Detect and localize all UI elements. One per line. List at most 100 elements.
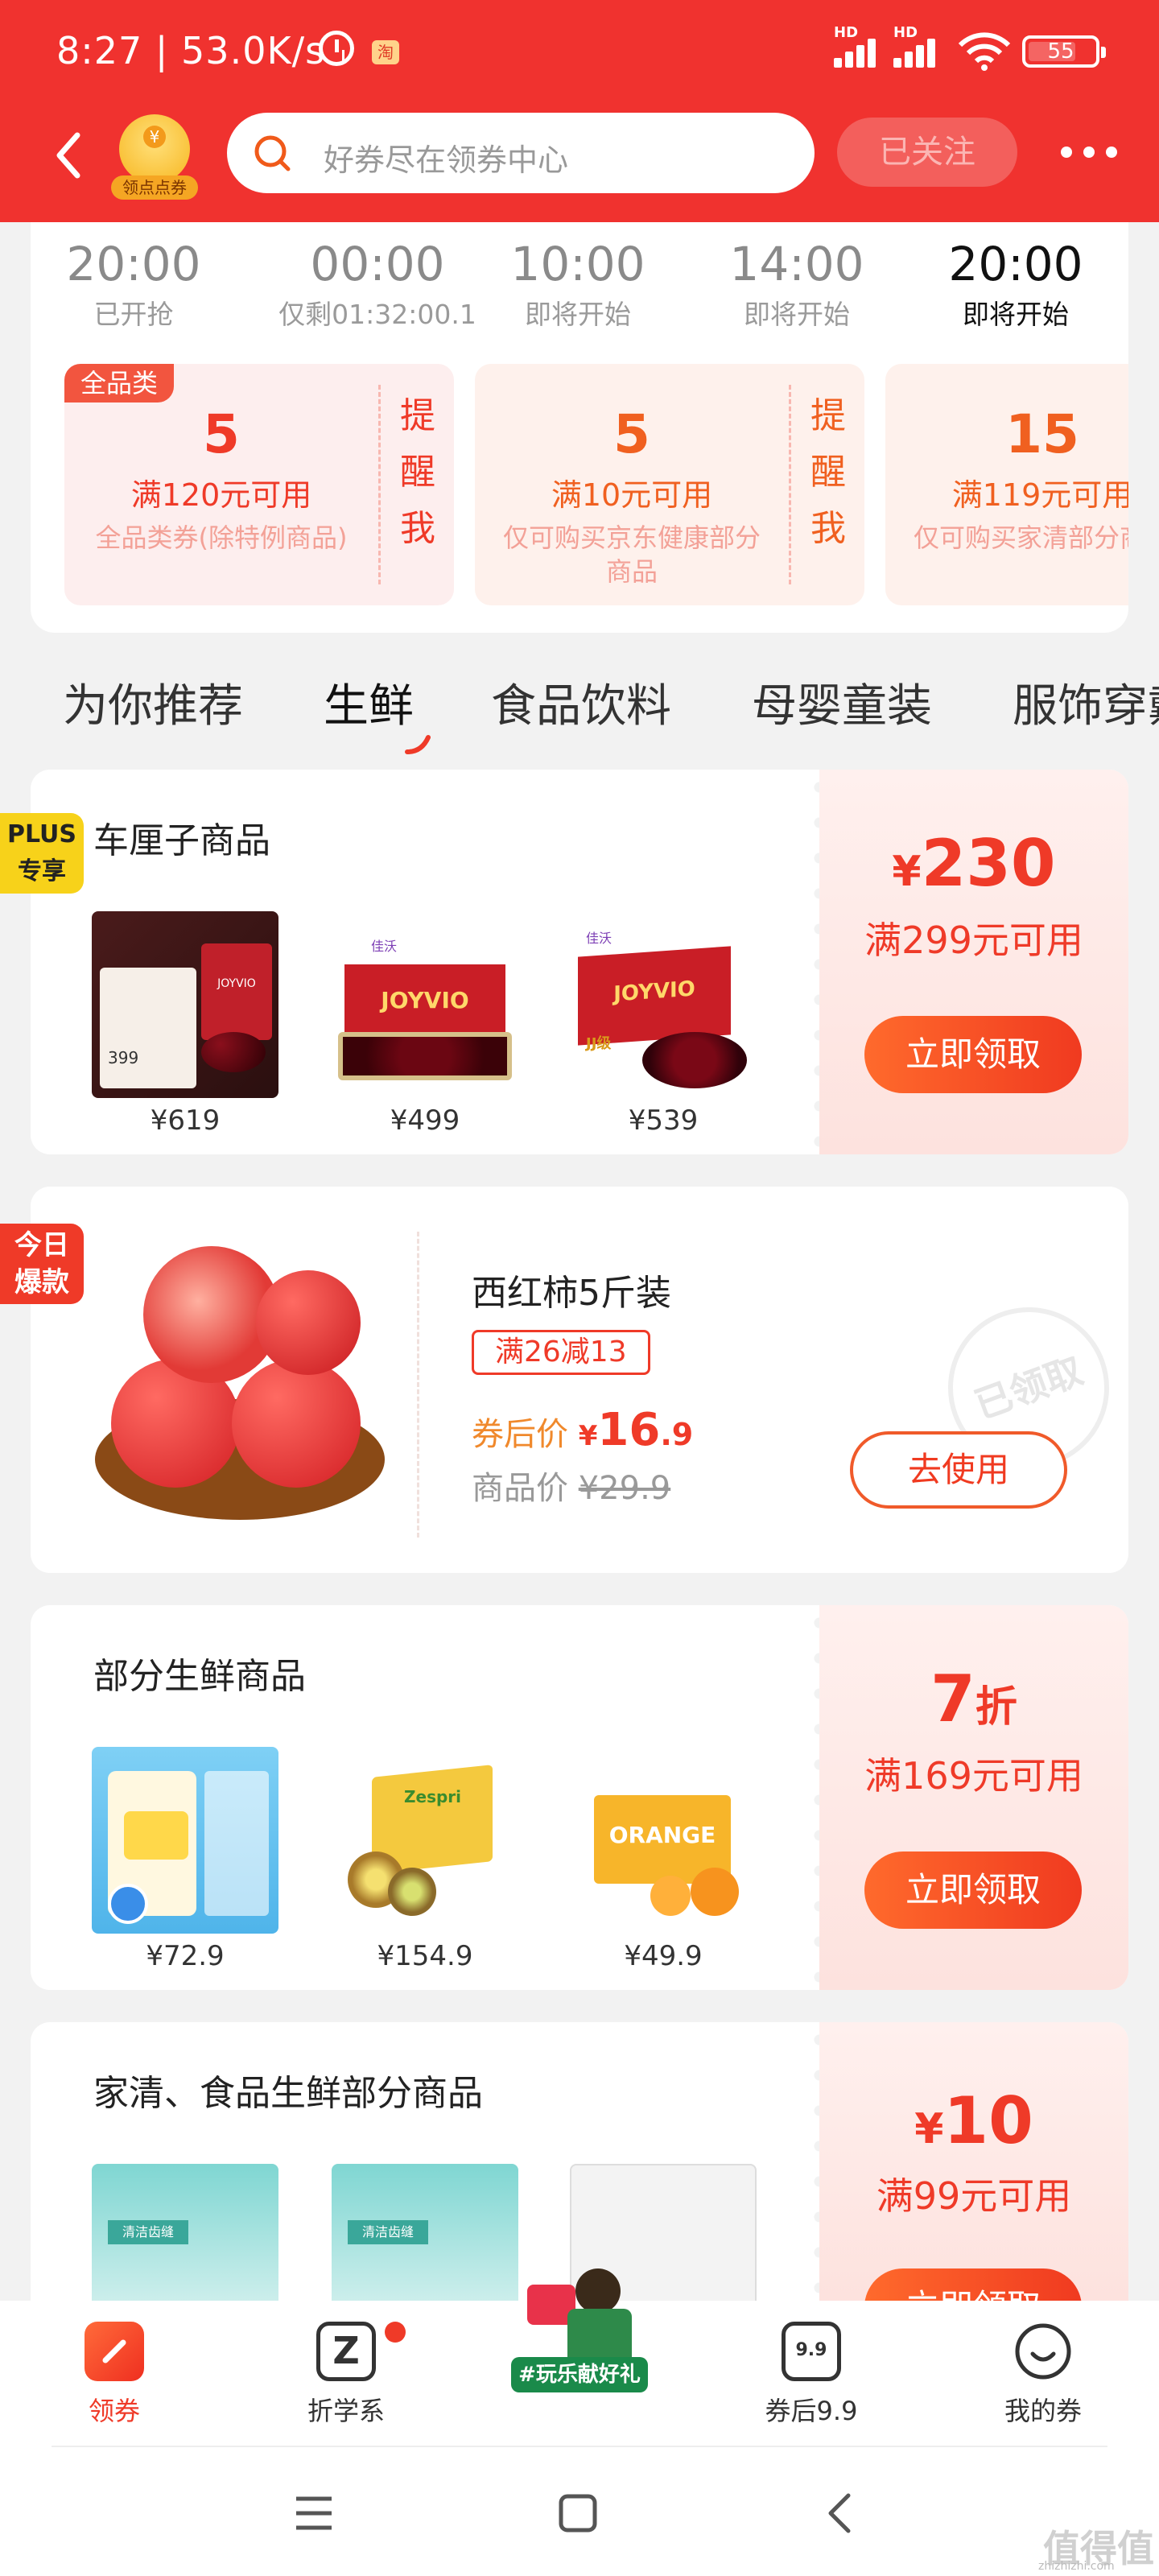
coupon-card-cherry[interactable]: 车厘子商品 399 JOYVIO ¥619 佳沃 JOYVIO ¥499 佳沃 … [31,770,1128,1154]
original-price: 商品价 ¥29.9 [472,1470,671,1507]
notification-dot [385,2322,406,2343]
alarm-icon [319,31,354,66]
active-tab-indicator [405,735,431,754]
today-hot-badge: 今日 爆款 [0,1224,84,1304]
nine-icon: 9.9 [782,2322,841,2381]
time-slots: 20:00 已开抢 00:00 仅剩01:32:00.1 10:00 即将开始 14:… [31,238,1128,330]
product-item[interactable]: 佳沃 JOYVIO ¥499 [332,911,518,1137]
brand-logo: 佳沃 [370,939,397,954]
coupon-condition: 满99元可用 [876,2174,1072,2218]
flash-coupon[interactable]: 5 满10元可用 仅可购买京东健康部分商品 提醒我 [475,364,864,605]
coupon-value-panel: ¥10 满99元可用 立即领取 [819,2022,1128,2301]
product-image: 清洁齿缝 [92,2164,278,2301]
nav-coupon[interactable]: 领券 [34,2322,195,2428]
coupon-amount: ¥10 [914,2083,1033,2158]
header: ¥ 领点点券 好券尽在领券中心 已关注 [0,105,1159,222]
smile-icon [1013,2322,1073,2381]
tab-apparel[interactable]: 服饰穿戴 [1013,670,1159,735]
card-title: 家清、食品生鲜部分商品 [93,2073,483,2114]
category-tabs: 为你推荐 生鲜 食品饮料 母婴童装 服饰穿戴 [0,660,1159,754]
remind-button[interactable]: 提醒我 [390,388,446,557]
product-item[interactable]: ¥72.9 [92,1747,278,1972]
product-title: 西红柿5斤装 [472,1273,671,1314]
tab-baby-kids[interactable]: 母婴童装 [752,670,932,735]
status-bar: 8:27 | 53.0K/s 淘 HD HD 55 [0,0,1159,105]
coupon-condition: 满299元可用 [864,919,1083,962]
logo-label: 领点点券 [111,175,198,200]
search-input[interactable]: 好券尽在领券中心 [227,113,815,193]
claim-button[interactable]: 立即领取 [864,1852,1082,1929]
remind-button[interactable]: 提醒我 [800,388,856,557]
after-coupon-price: 券后价 ¥16.9 [472,1404,694,1456]
product-image: 佳沃 JOYVIO [332,911,518,1098]
nav-after-coupon-99[interactable]: 9.9 券后9.9 [731,2322,892,2428]
use-button[interactable]: 去使用 [850,1431,1067,1509]
coupon-icon [85,2322,144,2381]
bottom-nav: 领券 Z 折学系 #玩乐献好礼 9.9 券后9.9 我的券 [0,2268,1159,2446]
coupon-card-fresh[interactable]: 部分生鲜商品 ¥72.9 Zespri ¥154.9 ORANGE ¥49.9 … [31,1605,1128,1990]
money-bag-icon: ¥ [119,114,190,184]
product-image: 399 JOYVIO [92,911,278,1098]
search-placeholder: 好券尽在领券中心 [324,142,569,178]
product-card-tomato[interactable]: 西红柿5斤装 满26减13 券后价 ¥16.9 商品价 ¥29.9 已领取 去使… [31,1187,1128,1573]
tab-fresh[interactable]: 生鲜 [324,670,431,754]
battery-icon: 55 [1022,35,1106,68]
app-notification-icon: 淘 [372,40,399,64]
z-icon: Z [316,2322,376,2381]
product-image: ORANGE [570,1747,757,1934]
coupon-condition: 满169元可用 [864,1754,1083,1798]
timeslot[interactable]: 10:00 即将开始 [481,238,674,332]
menu-icon[interactable] [293,2492,335,2534]
signal-icon-2 [893,34,950,68]
flash-coupon-list: 5 满120元可用 全品类券(除特例商品) 全品类 提醒我 5 满10元可用 仅… [64,364,1128,605]
flash-sale-panel: 20:00 已开抢 00:00 仅剩01:32:00.1 10:00 即将开始 14:… [31,222,1128,633]
product-item[interactable]: ORANGE ¥49.9 [570,1747,757,1972]
signal-icon [834,34,890,68]
product-item[interactable]: 清洁齿缝 [92,2164,278,2301]
timeslot[interactable]: 14:00 即将开始 [700,238,893,332]
coupon-value-panel: 7折 满169元可用 立即领取 [819,1605,1128,1990]
nav-my-coupons[interactable]: 我的券 [963,2322,1124,2428]
discount-tag: 满26减13 [472,1330,650,1375]
product-item[interactable]: Zespri ¥154.9 [332,1747,518,1972]
nav-zhexuexi[interactable]: Z 折学系 [266,2322,427,2428]
system-nav-bar [0,2446,1159,2576]
gift-banner: #玩乐献好礼 [511,2268,648,2392]
coupon-amount: ¥230 [892,826,1056,901]
coupon-badge: 全品类 [64,364,175,402]
coupon-points-logo[interactable]: ¥ 领点点券 [111,114,198,203]
search-icon [254,135,291,171]
tab-food-drinks[interactable]: 食品饮料 [491,670,671,735]
wifi-icon [958,32,1011,71]
product-image: 佳沃 JOYVIO JJ级 [570,911,757,1098]
coupon-value-panel: ¥230 满299元可用 立即领取 [819,770,1128,1154]
back-nav-icon[interactable] [819,2491,861,2536]
home-icon[interactable] [557,2492,599,2534]
product-item[interactable]: 佳沃 JOYVIO JJ级 ¥539 [570,911,757,1137]
timeslot[interactable]: 20:00 已开抢 [37,238,230,332]
status-time: 8:27 | 53.0K/s [56,29,326,72]
claim-button[interactable]: 立即领取 [864,2268,1082,2301]
coupon-card-household[interactable]: 家清、食品生鲜部分商品 清洁齿缝 清洁齿缝 ¥10 满99元可用 立即领取 [31,2022,1128,2301]
product-image: 清洁齿缝 [332,2164,518,2301]
follow-button[interactable]: 已关注 [837,118,1017,187]
product-image: Zespri [332,1747,518,1934]
tomato-image [87,1238,393,1544]
tab-recommend[interactable]: 为你推荐 [63,670,243,735]
back-icon[interactable] [48,127,93,184]
plus-exclusive-badge: PLUS 专享 [0,813,84,894]
timeslot[interactable]: 00:00 仅剩01:32:00.1 [261,238,494,332]
coupon-discount: 7折 [930,1662,1017,1736]
watermark-url: zhizhizhi.com [1038,2560,1115,2573]
product-image [92,1747,278,1934]
product-item[interactable]: 清洁齿缝 [332,2164,518,2301]
product-item[interactable]: 399 JOYVIO ¥619 [92,911,278,1137]
nav-gift-banner[interactable]: #玩乐献好礼 [499,2268,660,2392]
timeslot-current[interactable]: 20:00 即将开始 [919,238,1112,332]
claim-button[interactable]: 立即领取 [864,1016,1082,1093]
card-title: 车厘子商品 [93,820,270,861]
flash-coupon[interactable]: 15 满119元可用 仅可购买家清部分商品 [885,364,1128,605]
flash-coupon[interactable]: 5 满120元可用 全品类券(除特例商品) 全品类 提醒我 [64,364,454,605]
more-icon[interactable] [1061,147,1117,159]
card-title: 部分生鲜商品 [93,1656,306,1697]
